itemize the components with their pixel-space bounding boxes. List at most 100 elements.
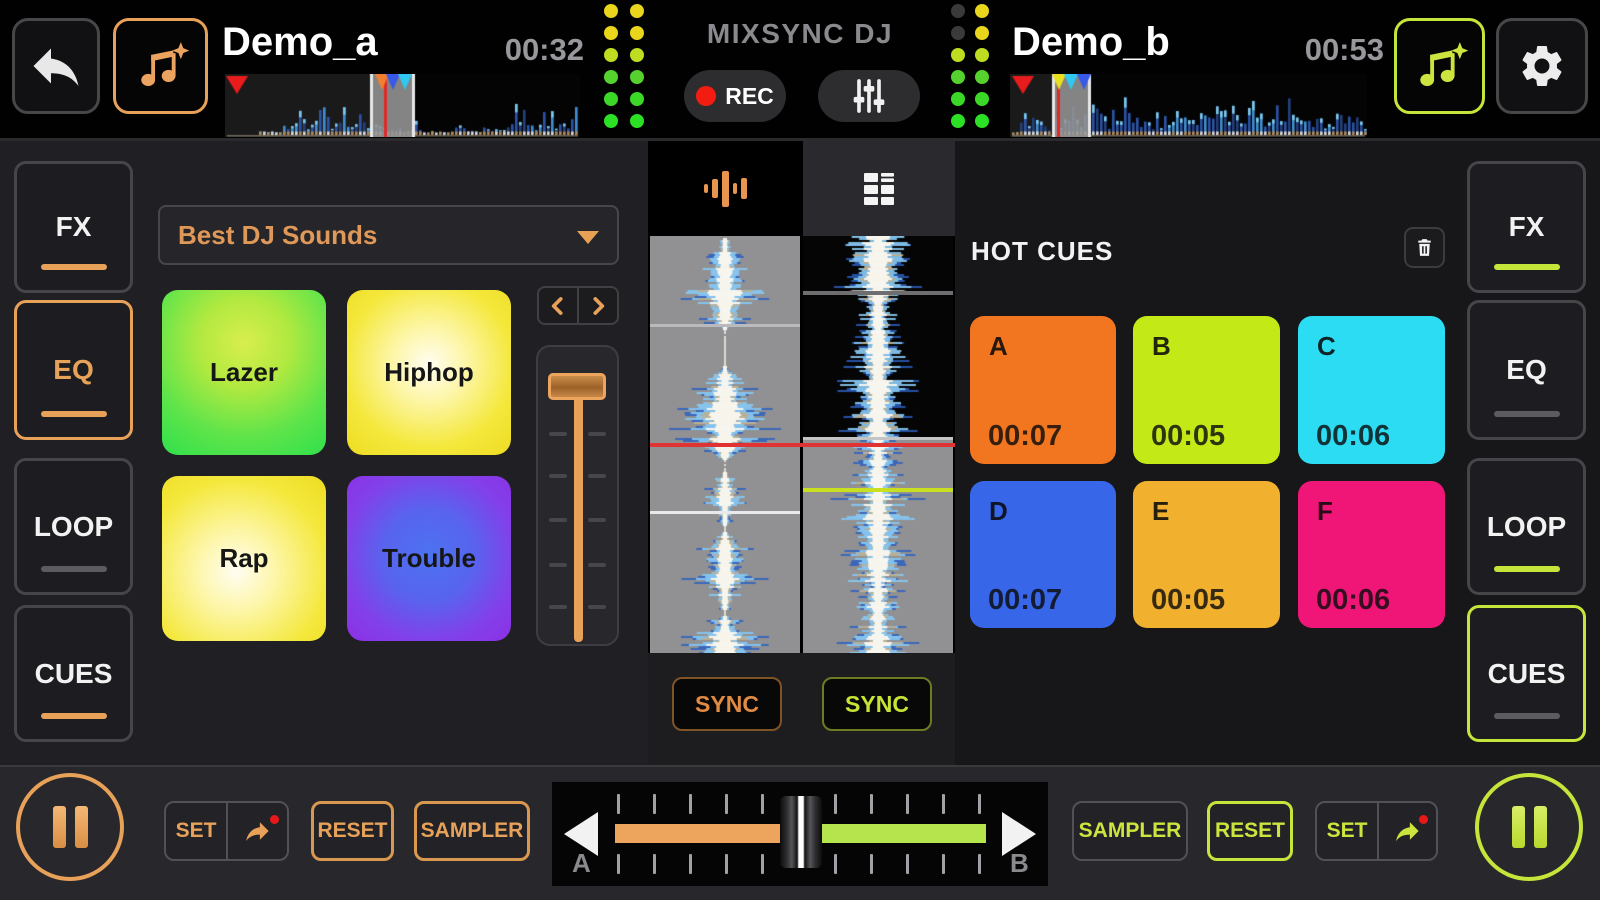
slider-handle[interactable] — [548, 373, 606, 400]
crossfader-tick — [834, 794, 837, 814]
crossfader-bar-a — [615, 824, 782, 843]
waveform-view-tab[interactable] — [650, 141, 800, 236]
hot-cue-pad-a[interactable]: A00:07 — [970, 316, 1116, 464]
tab-eq[interactable]: EQ — [1467, 300, 1586, 440]
deck-a-library-button[interactable] — [113, 18, 208, 114]
level-led — [975, 26, 989, 40]
crossfader-tick — [834, 854, 837, 874]
deck-b-overview-waveform[interactable] — [1010, 74, 1367, 137]
deck-b-library-button[interactable] — [1394, 18, 1485, 114]
music-note-add-icon — [133, 38, 189, 94]
tab-label: EQ — [53, 354, 93, 386]
sample-pad-trouble[interactable]: Trouble — [347, 476, 511, 641]
gear-icon — [1517, 41, 1567, 91]
level-led — [604, 92, 618, 106]
cue-time: 00:07 — [988, 584, 1062, 617]
dj-app: Demo_a 00:32 MIXSYNC DJ REC — [0, 0, 1600, 900]
deck-b-share-button[interactable] — [1379, 803, 1436, 859]
hot-cue-pad-e[interactable]: E00:05 — [1133, 481, 1280, 628]
sample-pad-lazer[interactable]: Lazer — [162, 290, 326, 455]
cue-time: 00:07 — [988, 420, 1062, 453]
crossfader-tick — [725, 794, 728, 814]
deck-b-grid-line — [803, 291, 953, 295]
hot-cue-pad-c[interactable]: C 00:06 — [1298, 316, 1445, 464]
deck-b-time: 00:53 — [1230, 32, 1384, 68]
deck-a-level-meter — [604, 4, 644, 128]
crossfader-handle[interactable] — [780, 796, 822, 868]
cue-letter: B — [1152, 331, 1171, 362]
hot-cue-pad-f[interactable]: F 00:06 — [1298, 481, 1445, 628]
sound-bank-select[interactable]: Best DJ Sounds — [158, 205, 619, 265]
tab-fx[interactable]: FX — [14, 161, 133, 293]
pads-view-tab[interactable] — [803, 141, 955, 236]
crossfader[interactable]: A B — [552, 782, 1048, 886]
level-led — [630, 70, 644, 84]
tab-cues[interactable]: CUES — [14, 605, 133, 742]
settings-button[interactable] — [1496, 18, 1588, 114]
cue-letter: D — [989, 496, 1008, 527]
tab-underline — [41, 566, 107, 572]
tab-cues[interactable]: CUES — [1467, 605, 1586, 742]
level-led — [951, 114, 965, 128]
cue-letter: C — [1317, 331, 1336, 362]
mixer-button[interactable] — [818, 70, 920, 122]
hot-cue-pad-d[interactable]: D 00:07 — [970, 481, 1116, 628]
next-bank-button[interactable] — [579, 288, 617, 323]
deck-a-pause-button[interactable] — [16, 773, 124, 881]
deck-b-set-button[interactable]: SET — [1317, 803, 1377, 859]
deck-b-reset-button[interactable]: RESET — [1207, 801, 1293, 861]
deck-a-overview-waveform[interactable] — [225, 74, 580, 137]
slider-tick — [549, 563, 567, 567]
crossfader-tick — [689, 794, 692, 814]
pads-grid-icon — [862, 170, 896, 208]
cue-time: 00:05 — [1151, 420, 1225, 453]
sample-pad-hiphop[interactable]: Hiphop — [347, 290, 511, 455]
tab-loop[interactable]: LOOP — [1467, 458, 1586, 595]
prev-bank-button[interactable] — [539, 288, 577, 323]
crossfader-tick — [870, 854, 873, 874]
deck-b-sync-button[interactable]: SYNC — [822, 677, 932, 731]
level-led — [630, 26, 644, 40]
level-led — [630, 4, 644, 18]
deck-a-set-button[interactable]: SET — [166, 803, 226, 859]
notification-dot — [1419, 815, 1428, 824]
crossfader-tick — [978, 854, 981, 874]
cue-time: 00:05 — [1151, 584, 1225, 617]
slider-tick — [588, 563, 606, 567]
sample-pad-rap[interactable]: Rap — [162, 476, 326, 641]
crossfader-tick — [906, 854, 909, 874]
sample-pad-label: Trouble — [382, 543, 476, 574]
level-led — [630, 92, 644, 106]
sampler-volume-slider[interactable] — [536, 345, 619, 646]
cue-letter: F — [1317, 496, 1333, 527]
waveform-icon — [704, 184, 708, 193]
deck-a-title: Demo_a — [222, 20, 378, 65]
deck-a-reset-button[interactable]: RESET — [311, 801, 394, 861]
deck-b-sampler-button[interactable]: SAMPLER — [1072, 801, 1188, 861]
tab-eq[interactable]: EQ — [14, 300, 133, 440]
back-button[interactable] — [12, 18, 100, 114]
tab-fx[interactable]: FX — [1467, 161, 1586, 293]
deck-b-pause-button[interactable] — [1475, 773, 1583, 881]
slider-tick — [588, 518, 606, 522]
deck-a-sync-button[interactable]: SYNC — [672, 677, 782, 731]
chevron-left-icon — [545, 293, 571, 319]
deck-a-sampler-button[interactable]: SAMPLER — [414, 801, 530, 861]
deck-a-share-button[interactable] — [228, 803, 287, 859]
cue-time: 00:06 — [1316, 584, 1390, 617]
notification-dot — [270, 815, 279, 824]
tab-underline — [41, 411, 107, 417]
mixer-sliders-icon — [849, 76, 889, 116]
cue-time: 00:06 — [1316, 420, 1390, 453]
tab-label: EQ — [1506, 354, 1546, 386]
tab-underline — [41, 713, 107, 719]
record-button[interactable]: REC — [684, 70, 786, 122]
chevron-right-icon — [585, 293, 611, 319]
hot-cue-pad-b[interactable]: B 00:05 — [1133, 316, 1280, 464]
deck-b-level-meter — [951, 4, 989, 128]
deck-b-title: Demo_b — [1012, 20, 1170, 65]
tab-loop[interactable]: LOOP — [14, 458, 133, 595]
clear-cues-button[interactable] — [1404, 227, 1445, 268]
slider-tick — [549, 432, 567, 436]
waveform-icon-bar — [741, 178, 747, 199]
